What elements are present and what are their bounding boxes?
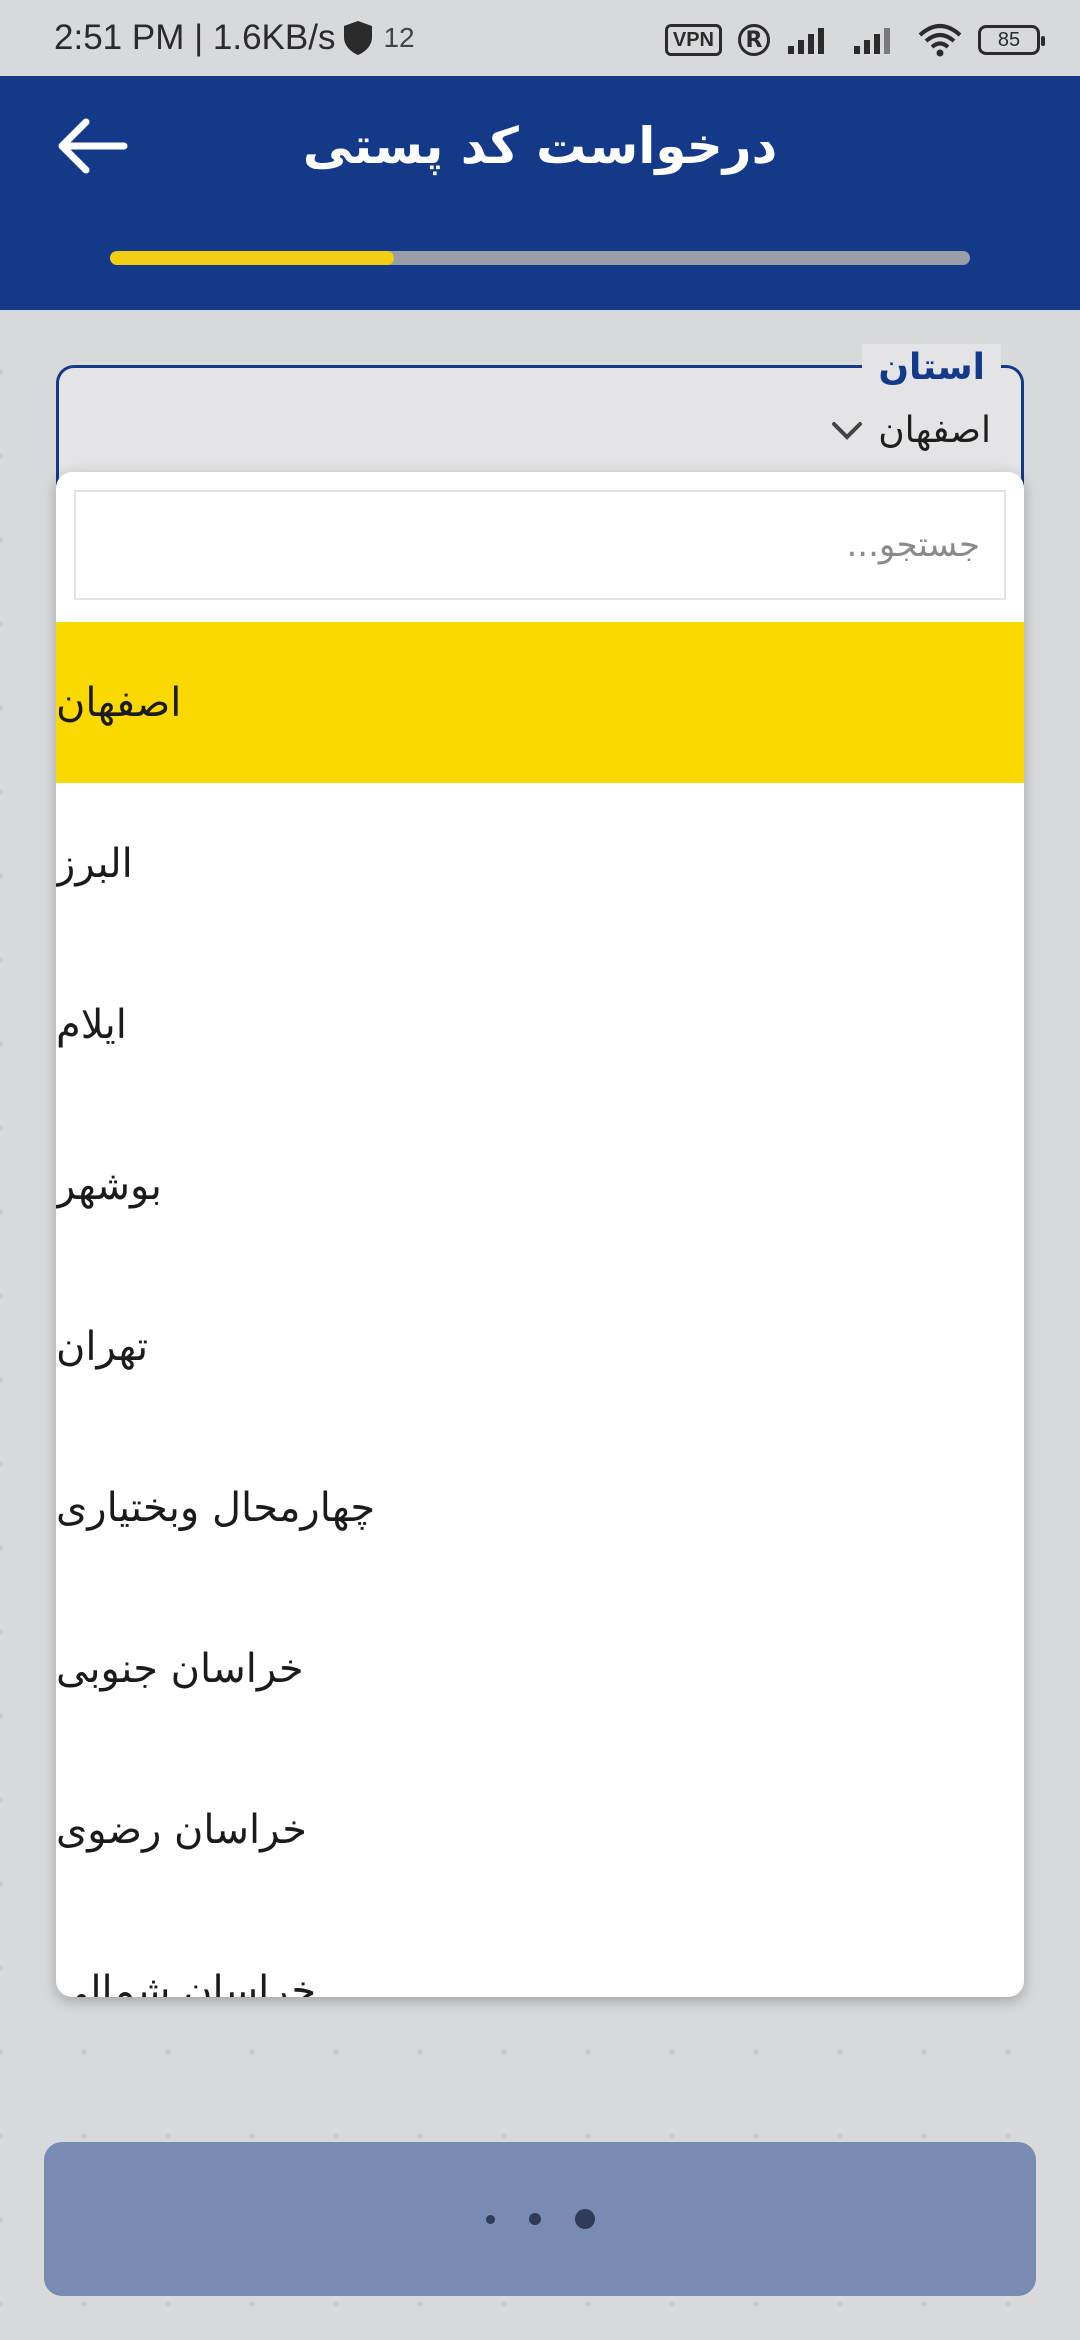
vpn-icon: VPN (664, 24, 722, 56)
province-option-label: اصفهان (56, 679, 182, 726)
progress-fill (110, 251, 394, 265)
status-left: 2:51 PM | 1.6KB/s 12 (54, 18, 415, 58)
chevron-down-icon (832, 421, 863, 440)
loading-dot (528, 2213, 541, 2225)
next-button[interactable] (44, 2142, 1036, 2296)
province-selected-value[interactable]: اصفهان (830, 410, 991, 451)
province-value-text: اصفهان (878, 410, 991, 451)
signal-icon (788, 28, 824, 54)
province-option[interactable]: خراسان جنوبی (56, 1588, 1024, 1749)
loading-dot (485, 2214, 495, 2224)
province-option-label: ایلام (56, 1001, 127, 1048)
status-right: VPN R 85 (664, 20, 1045, 60)
back-button[interactable] (52, 106, 132, 186)
province-option-label: خراسان شمالی (56, 1967, 317, 1998)
signal-icon-2 (854, 28, 890, 54)
shield-icon (344, 21, 373, 55)
province-option-label: خراسان رضوی (56, 1806, 307, 1853)
province-option[interactable]: چهارمحال وبختیاری (56, 1427, 1024, 1588)
province-option-label: تهران (56, 1323, 149, 1370)
province-option[interactable]: البرز (56, 783, 1024, 944)
progress-bar (110, 251, 970, 265)
arrow-left-icon (58, 118, 128, 174)
province-option[interactable]: ایلام (56, 944, 1024, 1105)
province-option-label: بوشهر (56, 1162, 162, 1209)
province-option[interactable]: اصفهان (56, 622, 1024, 783)
province-options-list: اصفهان البرز ایلام بوشهر تهران چهارمحال وبختی… (56, 622, 1024, 1997)
province-option[interactable]: خراسان رضوی (56, 1749, 1024, 1910)
loading-dot (574, 2209, 595, 2229)
province-option-label: خراسان جنوبی (56, 1645, 304, 1692)
province-option-label: چهارمحال وبختیاری (56, 1484, 376, 1531)
battery-icon: 85 (978, 25, 1045, 55)
province-dropdown: اصفهان البرز ایلام بوشهر تهران چهارمحال وبختی… (56, 472, 1024, 1997)
province-option[interactable]: خراسان شمالی (56, 1910, 1024, 1998)
page-title: درخواست کد پستی (302, 117, 778, 175)
status-time-speed: 2:51 PM | 1.6KB/s (54, 18, 336, 57)
province-option-label: البرز (56, 840, 133, 887)
province-option[interactable]: بوشهر (56, 1105, 1024, 1266)
app-header: درخواست کد پستی (0, 76, 1080, 310)
province-label: استان (862, 344, 1001, 392)
registered-icon: R (738, 24, 770, 56)
status-bar: 2:51 PM | 1.6KB/s 12 VPN R 85 (0, 0, 1080, 76)
province-option[interactable]: تهران (56, 1266, 1024, 1427)
search-input[interactable] (74, 490, 1006, 600)
notification-count: 12 (383, 22, 415, 53)
wifi-icon (918, 24, 962, 57)
